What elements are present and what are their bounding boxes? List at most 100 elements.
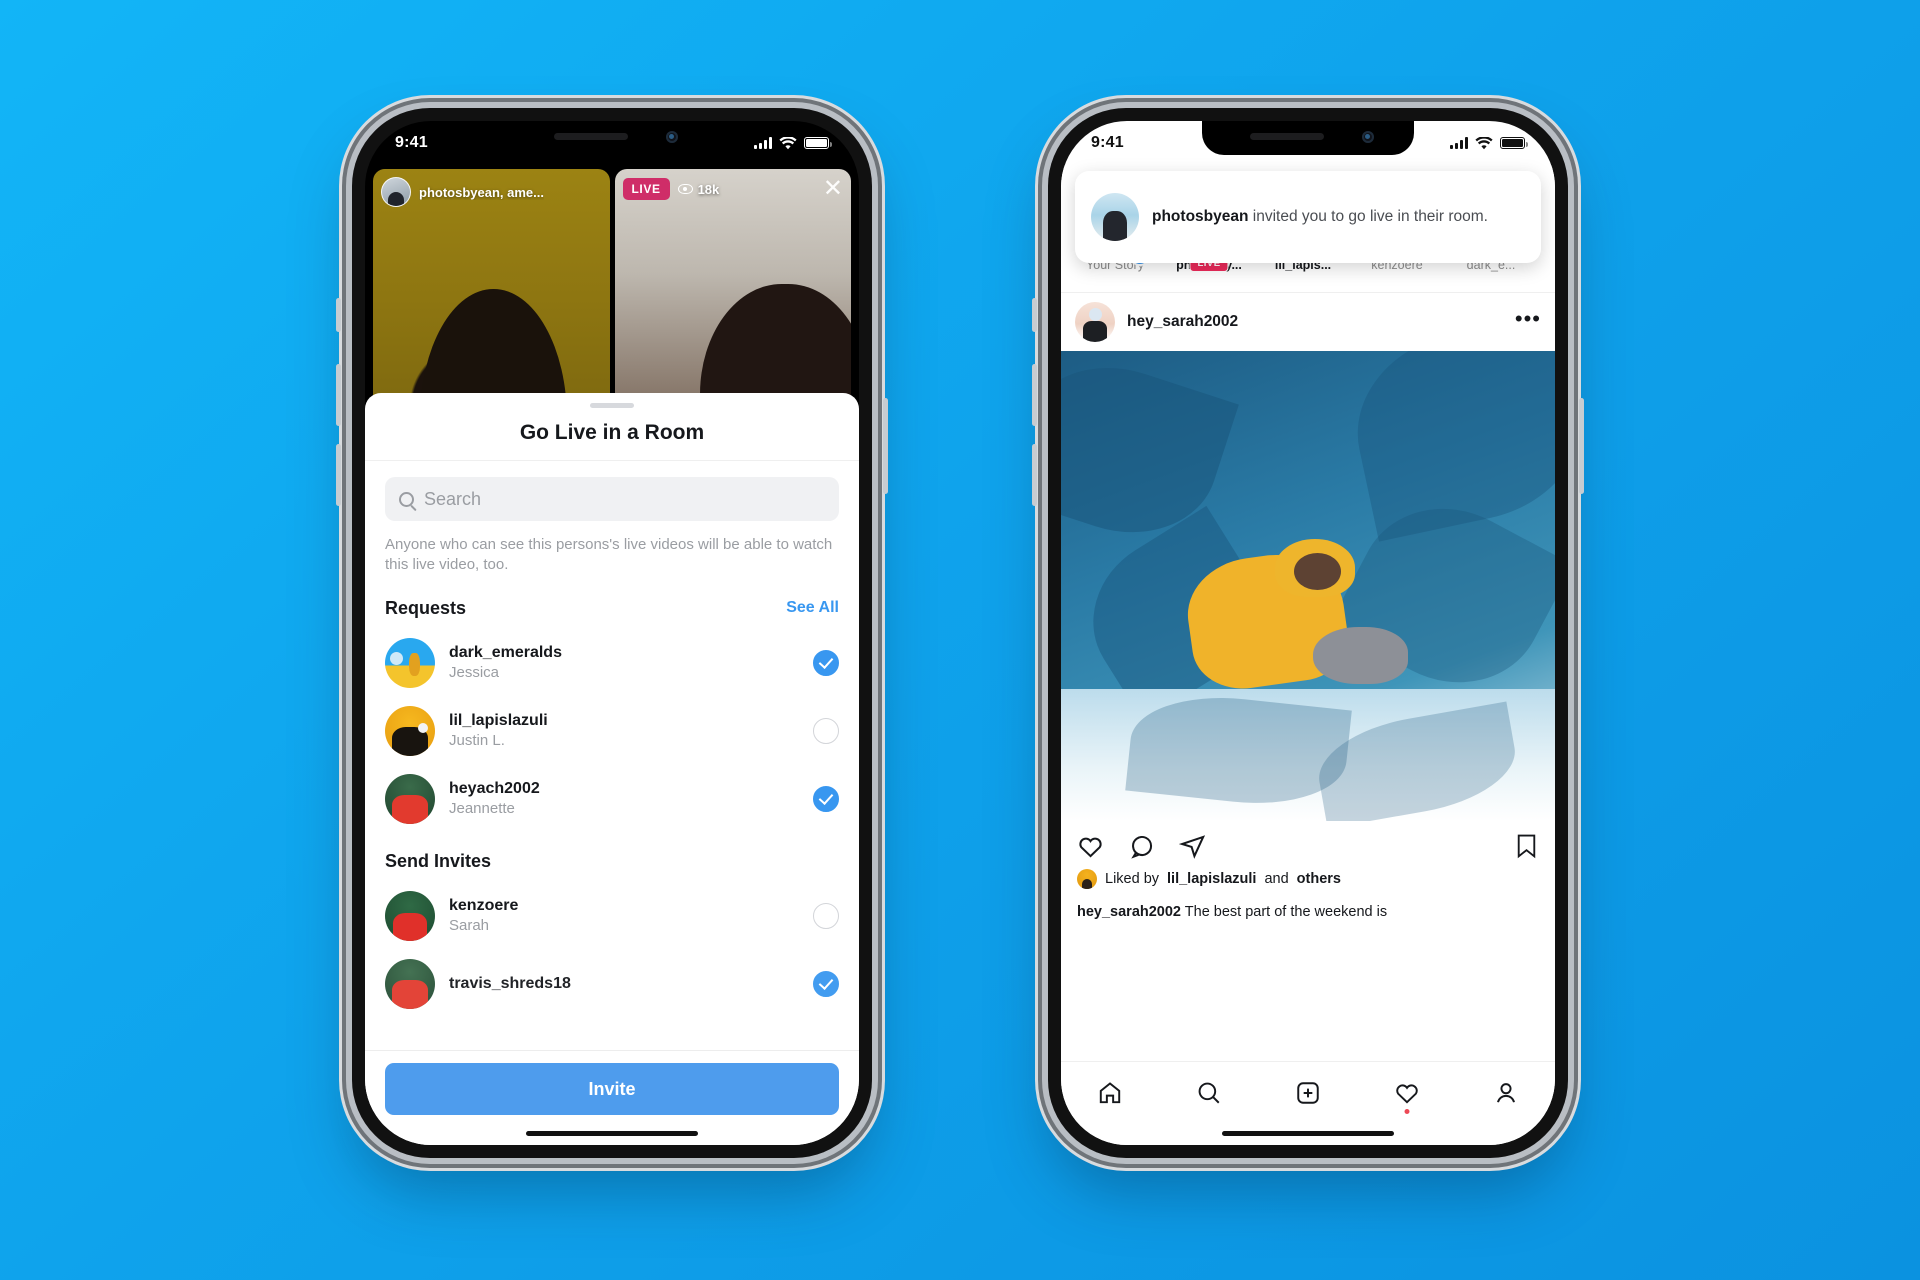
list-item-info: travis_shreds18 — [449, 974, 799, 994]
phone-device-right: 9:41 + Your Story — [1032, 108, 1584, 1158]
likes-username[interactable]: lil_lapislazuli — [1167, 871, 1256, 887]
bookmark-icon[interactable] — [1514, 833, 1539, 860]
wifi-icon — [1475, 136, 1493, 149]
list-item[interactable]: dark_emeralds Jessica — [365, 629, 859, 697]
screen-right: 9:41 + Your Story — [1061, 121, 1555, 1145]
power-button[interactable] — [883, 398, 888, 494]
likes-mid: and — [1264, 871, 1289, 887]
volume-up-button[interactable] — [336, 364, 341, 426]
checkbox-unselected[interactable] — [813, 902, 839, 929]
status-time: 9:41 — [1091, 134, 1124, 151]
battery-icon — [804, 137, 832, 149]
list-item-info: heyach2002 Jeannette — [449, 779, 799, 819]
viewer-count: 18k — [677, 181, 720, 197]
caption-username[interactable]: hey_sarah2002 — [1077, 904, 1181, 920]
fullname: Jeannette — [449, 799, 515, 817]
viewer-count-value: 18k — [697, 181, 720, 197]
earpiece-speaker — [554, 133, 628, 140]
list-item[interactable]: travis_shreds18 — [365, 950, 859, 1018]
home-indicator[interactable] — [1222, 1131, 1394, 1136]
front-camera-icon — [1362, 131, 1374, 143]
earpiece-speaker — [1250, 133, 1324, 140]
close-icon[interactable]: ✕ — [823, 177, 843, 201]
see-all-link[interactable]: See All — [786, 599, 839, 617]
cellular-signal-icon — [754, 137, 772, 149]
checkbox-selected[interactable] — [813, 970, 839, 997]
volume-down-button[interactable] — [1032, 444, 1037, 506]
checkbox-selected[interactable] — [813, 649, 839, 676]
post-image[interactable] — [1061, 351, 1555, 821]
avatar — [385, 637, 435, 688]
tab-activity[interactable] — [1387, 1076, 1427, 1114]
live-tile-primary[interactable]: photosbyean, ame... — [373, 169, 610, 419]
notification-text: photosbyean invited you to go live in th… — [1152, 207, 1488, 227]
list-item[interactable]: heyach2002 Jeannette — [365, 765, 859, 833]
live-badge: LIVE — [622, 178, 670, 200]
post-username[interactable]: hey_sarah2002 — [1127, 313, 1503, 331]
volume-down-button[interactable] — [336, 444, 341, 506]
post-header: hey_sarah2002 ••• — [1061, 293, 1555, 351]
notification-message: invited you to go live in their room. — [1248, 207, 1488, 225]
caption-text: The best part of the weekend is — [1181, 904, 1388, 920]
section-title: Send Invites — [385, 850, 492, 871]
tab-profile[interactable] — [1486, 1076, 1526, 1110]
username: dark_emeralds — [449, 643, 562, 661]
page-background — [0, 0, 1920, 1280]
activity-badge — [1404, 1109, 1410, 1114]
post-caption: hey_sarah2002 The best part of the weeke… — [1061, 903, 1555, 923]
comment-icon[interactable] — [1128, 833, 1155, 860]
avatar — [385, 958, 435, 1009]
checkbox-selected[interactable] — [813, 785, 839, 812]
fullname: Jessica — [449, 663, 500, 681]
sheet-title: Go Live in a Room — [365, 408, 859, 461]
avatar[interactable] — [1075, 302, 1115, 342]
live-video-grid: photosbyean, ame... LIVE 18k ✕ — [365, 169, 859, 419]
likes-others[interactable]: others — [1297, 871, 1341, 887]
username: kenzoere — [449, 896, 519, 914]
person-icon — [1496, 1083, 1515, 1103]
screen-left: 9:41 photosbyean, ame... LIVE 18k ✕ Go L… — [365, 121, 859, 1145]
tab-home[interactable] — [1090, 1076, 1130, 1110]
list-item-info: dark_emeralds Jessica — [449, 643, 799, 683]
avatar — [385, 773, 435, 824]
search-input[interactable]: Search — [385, 477, 839, 521]
search-icon — [1198, 1082, 1220, 1104]
home-icon — [1100, 1082, 1121, 1104]
plus-square-icon — [1297, 1082, 1319, 1104]
go-live-sheet: Go Live in a Room Search Anyone who can … — [365, 393, 859, 1145]
live-tile-header-2: LIVE 18k ✕ — [622, 177, 843, 201]
home-indicator[interactable] — [526, 1131, 698, 1136]
avatar — [385, 890, 435, 941]
like-icon[interactable] — [1077, 833, 1104, 860]
share-icon[interactable] — [1179, 833, 1206, 860]
live-tile-secondary[interactable]: LIVE 18k ✕ — [614, 169, 851, 419]
mute-switch[interactable] — [336, 298, 341, 332]
heart-icon — [1396, 1084, 1418, 1104]
tab-create[interactable] — [1288, 1076, 1328, 1110]
mute-switch[interactable] — [1032, 298, 1037, 332]
post-actions — [1061, 821, 1555, 871]
list-item[interactable]: lil_lapislazuli Justin L. — [365, 697, 859, 765]
status-indicators — [754, 136, 832, 150]
tab-search[interactable] — [1189, 1076, 1229, 1110]
section-header-send-invites: Send Invites — [365, 833, 859, 882]
post-likes: Liked by lil_lapislazuli and others — [1061, 869, 1555, 889]
sheet-helper-text: Anyone who can see this persons's live v… — [385, 536, 833, 574]
list-item[interactable]: kenzoere Sarah — [365, 882, 859, 950]
live-invite-notification[interactable]: photosbyean invited you to go live in th… — [1075, 171, 1541, 263]
invite-button[interactable]: Invite — [385, 1063, 839, 1115]
avatar — [385, 705, 435, 756]
list-item-info: kenzoere Sarah — [449, 896, 799, 936]
search-container: Search — [365, 461, 859, 521]
more-options-icon[interactable]: ••• — [1515, 307, 1541, 332]
notch-right — [1202, 121, 1414, 155]
live-tile-header: photosbyean, ame... — [381, 177, 602, 207]
volume-up-button[interactable] — [1032, 364, 1037, 426]
power-button[interactable] — [1579, 398, 1584, 494]
checkbox-unselected[interactable] — [813, 717, 839, 744]
notification-actor[interactable]: photosbyean — [1152, 208, 1248, 225]
list-item-info: lil_lapislazuli Justin L. — [449, 711, 799, 751]
live-participants-label: photosbyean, ame... — [419, 184, 544, 200]
post-image-subject — [1181, 539, 1426, 708]
front-camera-icon — [666, 131, 678, 143]
